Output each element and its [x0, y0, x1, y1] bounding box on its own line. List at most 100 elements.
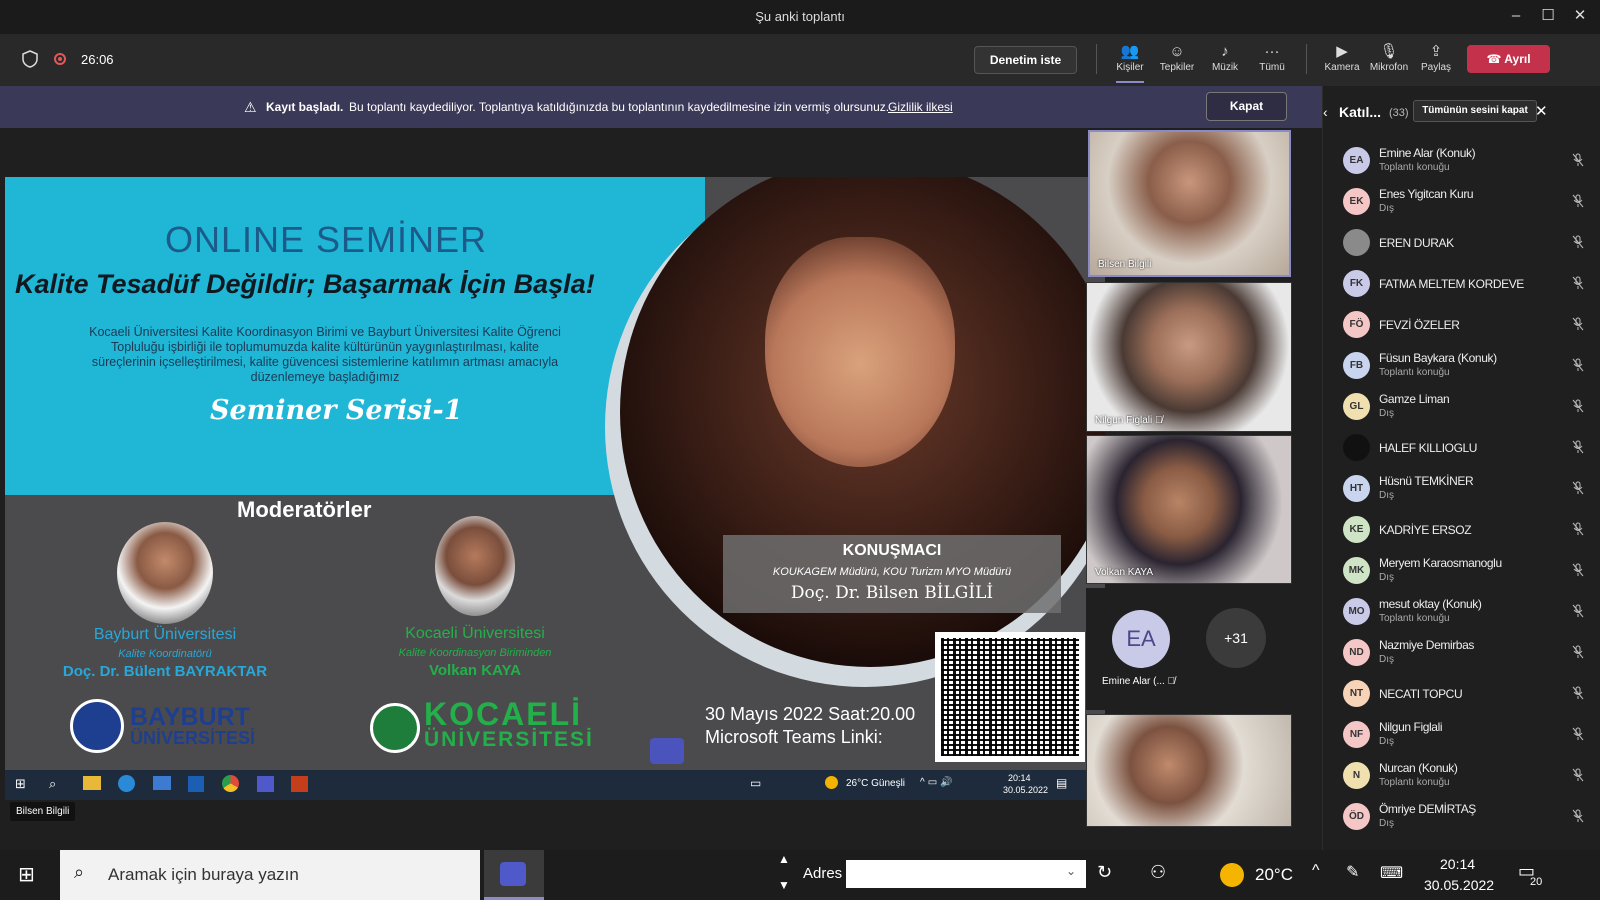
participant-row[interactable]: FK FATMA MELTEM KORDEVE	[1323, 263, 1600, 304]
muted-mic-icon[interactable]	[1571, 358, 1585, 372]
muted-mic-icon[interactable]	[1571, 522, 1585, 536]
participant-name: mesut oktay (Konuk)	[1379, 597, 1482, 611]
participant-row[interactable]: KE KADRİYE ERSOZ	[1323, 509, 1600, 550]
more-button[interactable]: ··· Tümü	[1248, 42, 1296, 73]
slide-series: Seminer Serisi-1	[210, 395, 463, 426]
minimize-icon[interactable]: –	[1500, 0, 1532, 34]
avatar: NT	[1343, 680, 1370, 707]
tray-chevron-icon[interactable]: ^	[1312, 862, 1320, 880]
participant-row[interactable]: N Nurcan (Konuk) Toplantı konuğu	[1323, 755, 1600, 796]
participant-row[interactable]: NF Nilgun Figlali Dış	[1323, 714, 1600, 755]
window-title: Şu anki toplantı	[755, 9, 845, 24]
participant-row[interactable]: MK Meryem Karaosmanoglu Dış	[1323, 550, 1600, 591]
muted-mic-icon[interactable]	[1571, 153, 1585, 167]
muted-mic-icon[interactable]	[1571, 481, 1585, 495]
video-tile-volkan[interactable]: Volkan KAYA	[1086, 435, 1292, 584]
privacy-link[interactable]: Gizlilik ilkesi	[888, 86, 953, 128]
muted-mic-icon[interactable]	[1571, 563, 1585, 577]
muted-mic-icon[interactable]	[1571, 686, 1585, 700]
avatar: ND	[1343, 639, 1370, 666]
avatar: GL	[1343, 393, 1370, 420]
participant-row[interactable]: ÖD Ömriye DEMİRTAŞ Dış	[1323, 796, 1600, 837]
toolbar-divider	[1306, 44, 1307, 74]
participant-role: Toplantı konuğu	[1379, 613, 1450, 624]
avatar: N	[1343, 762, 1370, 789]
muted-mic-icon[interactable]	[1571, 768, 1585, 782]
chrome-icon	[222, 775, 239, 792]
leave-label: Ayrıl	[1504, 52, 1531, 66]
kocaeli-logo-line1: KOCAELİ	[424, 696, 582, 732]
moderator2-university: Kocaeli Üniversitesi	[405, 625, 545, 642]
close-panel-icon[interactable]: ✕	[1535, 102, 1548, 120]
muted-mic-icon[interactable]	[1571, 235, 1585, 249]
overflow-participants[interactable]: +31	[1206, 608, 1266, 668]
participant-row[interactable]: HALEF KILLIOGLU	[1323, 427, 1600, 468]
share-button[interactable]: ⇪ Paylaş	[1412, 42, 1460, 73]
participant-role: Dış	[1379, 736, 1394, 747]
muted-mic-icon[interactable]	[1571, 276, 1585, 290]
scroll-up-icon[interactable]: ▲	[778, 852, 790, 866]
mute-all-button[interactable]: Tümünün sesini kapat	[1413, 100, 1537, 122]
slide-teams-link-label: Microsoft Teams Linki:	[705, 727, 883, 747]
camera-label: Kamera	[1324, 62, 1360, 73]
muted-mic-icon[interactable]	[1571, 604, 1585, 618]
avatar	[1343, 229, 1370, 256]
bayburt-logo-emblem	[70, 699, 124, 753]
video-name: Bilsen Bilgili	[1098, 259, 1152, 270]
maximize-icon[interactable]: ☐	[1532, 0, 1564, 34]
muted-mic-icon: 🎙̸	[1167, 676, 1176, 687]
microphone-button[interactable]: 🎙 Mikrofon	[1365, 42, 1413, 73]
people-button[interactable]: 👥 Kişiler	[1106, 42, 1154, 73]
muted-mic-icon[interactable]	[1571, 727, 1585, 741]
participant-row[interactable]: GL Gamze Liman Dış	[1323, 386, 1600, 427]
video-tile-bilsen[interactable]: Bilsen Bilgili	[1088, 130, 1291, 277]
camera-button[interactable]: ▶ Kamera	[1318, 42, 1366, 73]
search-box[interactable]: ⌕ Aramak için buraya yazın	[60, 850, 480, 900]
people-taskbar-icon[interactable]: ⚇	[1150, 862, 1166, 883]
keyboard-icon[interactable]: ⌨	[1380, 863, 1403, 883]
participant-role: Dış	[1379, 490, 1394, 501]
video-tile-participant[interactable]	[1086, 714, 1292, 827]
avatar-tile[interactable]: EA +31 Emine Alar (... 🎙̸	[1086, 588, 1292, 710]
chevron-left-icon[interactable]: ‹	[1323, 104, 1328, 120]
address-input[interactable]: ⌄	[846, 860, 1086, 888]
scroll-down-icon[interactable]: ▼	[778, 878, 790, 892]
music-button[interactable]: ♪ Müzik	[1201, 42, 1249, 73]
teams-taskbar-button[interactable]	[484, 850, 544, 900]
windows-start-icon[interactable]: ⊞	[18, 862, 35, 887]
banner-close-button[interactable]: Kapat	[1206, 92, 1287, 121]
participant-row[interactable]: FÖ FEVZİ ÖZELER	[1323, 304, 1600, 345]
participant-name: Nazmiye Demirbas	[1379, 638, 1474, 652]
moderator1-name: Doç. Dr. Bülent BAYRAKTAR	[62, 663, 268, 680]
participant-row[interactable]: MO mesut oktay (Konuk) Toplantı konuğu	[1323, 591, 1600, 632]
muted-mic-icon[interactable]	[1571, 440, 1585, 454]
reactions-button[interactable]: ☺ Tepkiler	[1153, 42, 1201, 73]
participant-row[interactable]: EREN DURAK	[1323, 222, 1600, 263]
avatar: FK	[1343, 270, 1370, 297]
muted-mic-icon[interactable]	[1571, 317, 1585, 331]
mail-icon	[153, 776, 171, 790]
pen-icon[interactable]: ✎	[1346, 862, 1359, 882]
muted-mic-icon[interactable]	[1571, 399, 1585, 413]
file-explorer-icon	[83, 776, 101, 790]
shared-slide: ONLINE SEMİNER Kalite Tesadüf Değildir; …	[5, 177, 1105, 770]
muted-mic-icon[interactable]	[1571, 809, 1585, 823]
chevron-down-icon[interactable]: ⌄	[1066, 864, 1076, 878]
muted-mic-icon[interactable]	[1571, 194, 1585, 208]
kocaeli-logo-line2: ÜNİVERSİTESİ	[424, 728, 594, 751]
participant-name: Emine Alar (Konuk)	[1379, 146, 1476, 160]
avatar: MO	[1343, 598, 1370, 625]
refresh-icon[interactable]: ↻	[1097, 862, 1112, 883]
request-control-button[interactable]: Denetim iste	[974, 46, 1077, 74]
participant-row[interactable]: NT NECATI TOPCU	[1323, 673, 1600, 714]
close-icon[interactable]: ✕	[1564, 0, 1596, 34]
muted-mic-icon[interactable]	[1571, 645, 1585, 659]
participant-name: Hüsnü TEMKİNER	[1379, 474, 1474, 488]
leave-button[interactable]: ☎ Ayrıl	[1467, 45, 1550, 73]
participant-row[interactable]: ND Nazmiye Demirbas Dış	[1323, 632, 1600, 673]
participant-row[interactable]: HT Hüsnü TEMKİNER Dış	[1323, 468, 1600, 509]
participant-row[interactable]: FB Füsun Baykara (Konuk) Toplantı konuğu	[1323, 345, 1600, 386]
participant-row[interactable]: EA Emine Alar (Konuk) Toplantı konuğu	[1323, 140, 1600, 181]
video-tile-nilgun[interactable]: Nilgun Figlali 🎙̸	[1086, 282, 1292, 432]
participant-row[interactable]: EK Enes Yigitcan Kuru Dış	[1323, 181, 1600, 222]
